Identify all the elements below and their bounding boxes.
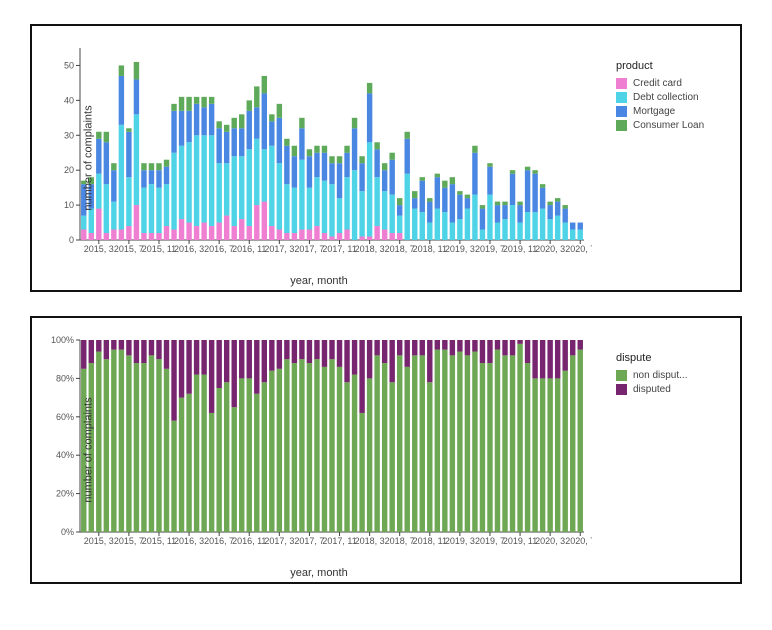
svg-text:2020, 3: 2020, 3 <box>535 536 565 546</box>
legend-swatch <box>616 78 627 89</box>
svg-text:2015, 11: 2015, 11 <box>142 244 176 254</box>
legend-item-label: Mortgage <box>633 106 675 117</box>
panel-product: number of complaints 010203040502015, 32… <box>30 24 742 292</box>
svg-text:2016, 7: 2016, 7 <box>204 536 234 546</box>
legend-item: Credit card <box>616 78 734 89</box>
svg-text:20%: 20% <box>56 489 74 499</box>
panel-dispute: number of complaints 0% 20% 40% 60% 80% 100% 2… <box>30 316 742 584</box>
legend-item: non disput... <box>616 370 734 381</box>
svg-text:2018, 3: 2018, 3 <box>355 536 385 546</box>
legend-swatch <box>616 120 627 131</box>
svg-text:2017, 7: 2017, 7 <box>294 244 324 254</box>
svg-text:20: 20 <box>64 165 74 175</box>
svg-text:2018, 11: 2018, 11 <box>413 244 447 254</box>
svg-text:50: 50 <box>64 60 74 70</box>
legend-item: Consumer Loan <box>616 120 734 131</box>
plot-dispute-svg: 0% 20% 40% 60% 80% 100% 2015, 32015, 72015, 11… <box>32 318 592 568</box>
svg-text:2018, 3: 2018, 3 <box>355 244 385 254</box>
legend-dispute: dispute non disput... disputed <box>606 318 740 582</box>
svg-text:2015, 7: 2015, 7 <box>114 244 144 254</box>
ylabel-dispute: number of complaints <box>83 397 95 502</box>
svg-text:2019, 3: 2019, 3 <box>445 244 475 254</box>
svg-text:2019, 7: 2019, 7 <box>475 536 505 546</box>
svg-text:2016, 11: 2016, 11 <box>232 244 266 254</box>
svg-text:2016, 3: 2016, 3 <box>174 536 204 546</box>
svg-text:80%: 80% <box>56 373 74 383</box>
panel-product-inner: number of complaints 010203040502015, 32… <box>32 26 740 290</box>
svg-text:2015, 3: 2015, 3 <box>84 536 114 546</box>
svg-text:2017, 3: 2017, 3 <box>264 536 294 546</box>
page: number of complaints 010203040502015, 32… <box>0 0 772 630</box>
svg-text:2019, 11: 2019, 11 <box>503 536 537 546</box>
svg-text:2018, 11: 2018, 11 <box>413 536 447 546</box>
legend-item-label: Consumer Loan <box>633 120 704 131</box>
svg-text:2015, 7: 2015, 7 <box>114 536 144 546</box>
plot-product-svg: 0 10 20 30 40 50 2015, 32015, 72015, 112016, 3… <box>32 26 592 276</box>
svg-text:10: 10 <box>64 200 74 210</box>
svg-text:2017, 11: 2017, 11 <box>322 536 356 546</box>
svg-text:2020, 7: 2020, 7 <box>565 536 592 546</box>
svg-text:2019, 11: 2019, 11 <box>503 244 537 254</box>
plot-product-wrap: number of complaints 010203040502015, 32… <box>32 26 606 290</box>
svg-text:2017, 11: 2017, 11 <box>322 244 356 254</box>
legend-item: Mortgage <box>616 106 734 117</box>
svg-text:2015, 3: 2015, 3 <box>84 244 114 254</box>
svg-text:100%: 100% <box>51 335 74 345</box>
legend-swatch <box>616 384 627 395</box>
ylabel-product: number of complaints <box>83 105 95 210</box>
legend-item-label: disputed <box>633 384 671 395</box>
svg-text:2016, 7: 2016, 7 <box>204 244 234 254</box>
svg-text:40: 40 <box>64 95 74 105</box>
legend-product: product Credit card Debt collection Mortga… <box>606 26 740 290</box>
legend-dispute-title: dispute <box>616 352 734 364</box>
svg-text:2017, 3: 2017, 3 <box>264 244 294 254</box>
plot-dispute-wrap: number of complaints 0% 20% 40% 60% 80% 100% 2… <box>32 318 606 582</box>
legend-item-label: non disput... <box>633 370 687 381</box>
svg-text:40%: 40% <box>56 450 74 460</box>
legend-item-label: Credit card <box>633 78 682 89</box>
svg-text:0: 0 <box>69 235 74 245</box>
legend-item: Debt collection <box>616 92 734 103</box>
svg-text:60%: 60% <box>56 412 74 422</box>
svg-text:0%: 0% <box>61 527 74 537</box>
svg-text:2019, 3: 2019, 3 <box>445 536 475 546</box>
svg-text:2020, 3: 2020, 3 <box>535 244 565 254</box>
svg-text:30: 30 <box>64 130 74 140</box>
xlabel-dispute: year, month <box>32 567 606 579</box>
legend-swatch <box>616 106 627 117</box>
legend-product-title: product <box>616 60 734 72</box>
panel-dispute-inner: number of complaints 0% 20% 40% 60% 80% 100% 2… <box>32 318 740 582</box>
svg-text:2018, 7: 2018, 7 <box>385 244 415 254</box>
legend-item-label: Debt collection <box>633 92 699 103</box>
svg-text:2018, 7: 2018, 7 <box>385 536 415 546</box>
svg-text:2016, 11: 2016, 11 <box>232 536 266 546</box>
svg-text:2015, 11: 2015, 11 <box>142 536 176 546</box>
legend-item: disputed <box>616 384 734 395</box>
svg-text:2016, 3: 2016, 3 <box>174 244 204 254</box>
svg-text:2020, 7: 2020, 7 <box>565 244 592 254</box>
legend-swatch <box>616 370 627 381</box>
svg-text:2019, 7: 2019, 7 <box>475 244 505 254</box>
legend-swatch <box>616 92 627 103</box>
svg-text:2017, 7: 2017, 7 <box>294 536 324 546</box>
xlabel-product: year, month <box>32 275 606 287</box>
